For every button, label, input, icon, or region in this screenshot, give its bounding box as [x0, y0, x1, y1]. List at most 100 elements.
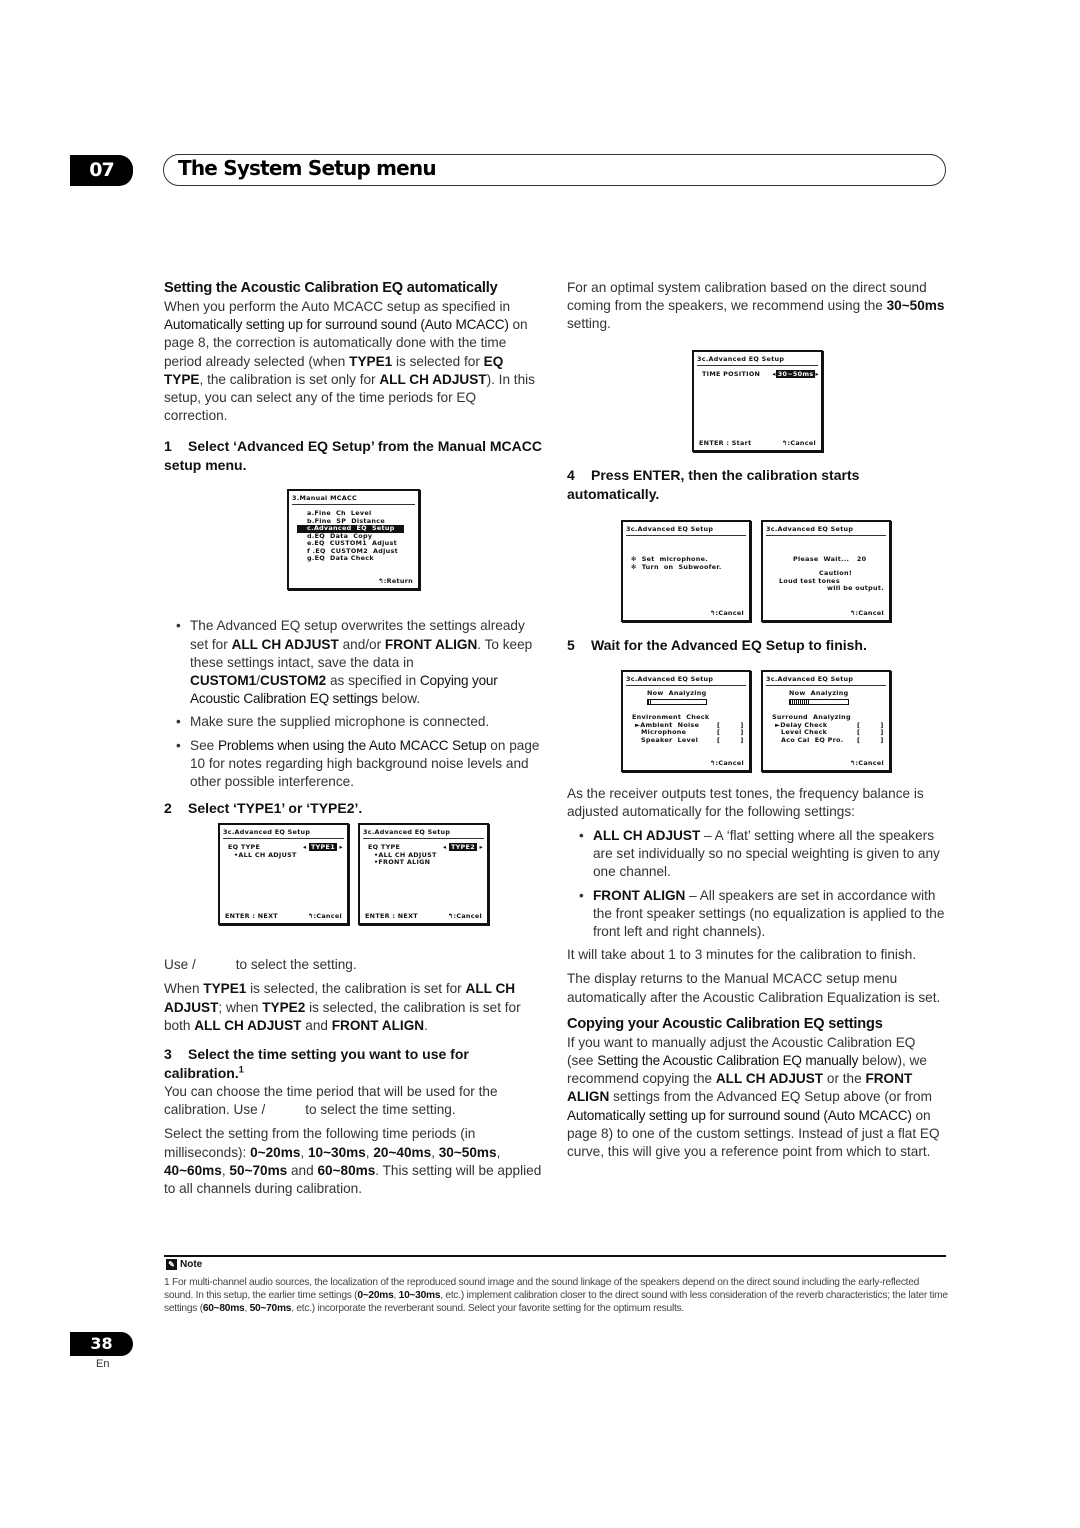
progress-fill — [790, 700, 811, 704]
footnote-text: 1 For multi-channel audio sources, the l… — [164, 1276, 949, 1316]
bold-term: TYPE1 — [203, 981, 247, 997]
setting-value: TYPE1 — [308, 843, 337, 851]
step-text: Select ‘TYPE1’ or ‘TYPE2’. — [188, 800, 363, 817]
text: , etc.) incorporate the reverberant soun… — [291, 1303, 684, 1315]
return-paragraph: The display returns to the Manual MCACC … — [567, 971, 941, 1005]
step-text: Wait for the Advanced EQ Setup to finish… — [591, 636, 867, 653]
menu-item[interactable]: g.EQ Data Check — [307, 554, 374, 563]
osd-surround-analyzing-screen: 3c.Advanced EQ Setup Now Analyzing Surro… — [761, 670, 891, 772]
cross-reference-link[interactable]: Automatically setting up for surround so… — [164, 317, 509, 332]
cancel-hint: ↰:Cancel — [850, 759, 884, 767]
type-explanation: When TYPE1 is selected, the calibration … — [164, 980, 542, 1035]
bold-term: 10~30ms — [398, 1290, 441, 1302]
note-divider — [164, 1255, 946, 1257]
check-status: [ ] — [857, 735, 884, 744]
text: . — [424, 1017, 428, 1033]
text: below. — [377, 691, 421, 707]
check-status: [ ] — [717, 735, 744, 744]
step-text: Select the time setting you want to use … — [164, 1046, 469, 1082]
screen-title: 3c.Advanced EQ Setup — [363, 828, 484, 839]
hint-text: :Cancel — [313, 912, 342, 920]
analysis-progress-bar — [647, 699, 707, 705]
text: and/or — [338, 636, 385, 652]
hint-text: :Cancel — [855, 609, 884, 617]
text: , the calibration is set only for — [199, 371, 380, 387]
intro-paragraph: When you perform the Auto MCACC setup as… — [164, 298, 542, 425]
hint-text: :Cancel — [715, 759, 744, 767]
text: and — [301, 1017, 332, 1033]
step-text: Press ENTER, then the calibration starts… — [567, 466, 860, 502]
hint-text: :Return — [383, 577, 413, 585]
text: settings from the Advanced EQ Setup abov… — [609, 1089, 932, 1105]
bold-term: FRONT ALIGN — [331, 1017, 425, 1033]
step-2-heading: 2 Select ‘TYPE1’ or ‘TYPE2’. — [164, 799, 542, 818]
osd-environment-check-screen: 3c.Advanced EQ Setup Now Analyzing Envir… — [621, 670, 751, 772]
list-item: The Advanced EQ setup overwrites the set… — [176, 617, 542, 708]
notes-list: The Advanced EQ setup overwrites the set… — [164, 617, 542, 791]
setting-selector[interactable]: ◂ 30~50ms ▸ — [772, 370, 819, 379]
text: setting. — [567, 316, 611, 332]
list-item: •FRONT ALIGN — [374, 858, 431, 866]
step-5-heading: 5 Wait for the Advanced EQ Setup to finis… — [567, 636, 945, 655]
return-hint: ↰:Return — [378, 577, 413, 585]
note-label: Note — [180, 1259, 203, 1270]
step-3-heading: 3 Select the time setting you want to use… — [164, 1045, 542, 1083]
footnote-reference[interactable]: 1 — [239, 1064, 244, 1074]
cancel-hint: ↰:Cancel — [308, 912, 342, 920]
section-title: Setting the Acoustic Calibration EQ auto… — [164, 280, 498, 296]
list-item: •ALL CH ADJUST — [234, 850, 297, 859]
osd-manual-mcacc-screen: 3.Manual MCACC a.Fine Ch Level b.Fine SP… — [287, 489, 420, 590]
instruction-item: ✻ Turn on Subwoofer. — [631, 562, 722, 571]
step-number: 5 — [567, 636, 575, 653]
bold-term: FRONT ALIGN — [384, 636, 478, 652]
text: / — [261, 1102, 266, 1118]
hint-text: :Cancel — [715, 609, 744, 617]
copying-paragraph: If you want to manually adjust the Acous… — [567, 1034, 945, 1161]
screen-title: 3.Manual MCACC — [292, 494, 415, 505]
hint-text: :Cancel — [453, 912, 482, 920]
progress-fill — [648, 700, 651, 704]
enter-hint: ENTER : NEXT — [365, 912, 418, 920]
bold-term: CUSTOM2 — [260, 673, 327, 689]
bold-term: 30~50ms — [886, 298, 945, 314]
step-number: 1 — [164, 438, 172, 455]
use-instruction: Use / to select the setting. — [164, 956, 542, 974]
bold-term: 50~70ms — [249, 1303, 292, 1315]
text: Make sure the supplied microphone is con… — [190, 714, 490, 730]
text: , — [496, 1144, 501, 1160]
text: For an optimal system calibration based … — [567, 280, 927, 314]
text: and — [287, 1162, 318, 1178]
osd-eq-type2-screen: 3c.Advanced EQ Setup EQ TYPE ◂ TYPE2 ▸ •… — [358, 823, 489, 925]
osd-time-position-screen: 3c.Advanced EQ Setup TIME POSITION ◂ 30~5… — [692, 350, 823, 452]
text: , — [300, 1144, 308, 1160]
bold-term: ALL CH ADJUST — [593, 828, 701, 844]
language-label: En — [96, 1358, 110, 1370]
screen-title: 3c.Advanced EQ Setup — [626, 675, 746, 686]
check-item: Aco Cal EQ Pro. — [781, 735, 844, 744]
osd-start-screen: 3c.Advanced EQ Setup ✻ Set microphone. ✻… — [621, 520, 751, 622]
text: or the — [823, 1071, 866, 1087]
time-period: 0~20ms — [250, 1144, 301, 1160]
list-item: See Problems when using the Auto MCACC S… — [176, 737, 542, 792]
setting-selector[interactable]: ◂ TYPE1 ▸ — [303, 843, 343, 852]
screen-title: 3c.Advanced EQ Setup — [223, 828, 344, 839]
text: When — [164, 981, 204, 997]
bold-term: ALL CH ADJUST — [231, 636, 339, 652]
analyzing-status: Now Analyzing — [789, 689, 849, 697]
screen-title: 3c.Advanced EQ Setup — [697, 355, 818, 366]
cross-reference-link[interactable]: Setting the Acoustic Calibration EQ manu… — [597, 1053, 858, 1068]
text: to select the time setting. — [305, 1102, 456, 1118]
left-column: Setting the Acoustic Calibration EQ auto… — [164, 279, 542, 1204]
bold-term: TYPE1 — [349, 353, 393, 369]
setting-selector[interactable]: ◂ TYPE2 ▸ — [443, 843, 483, 852]
text: to select the setting. — [235, 957, 357, 973]
cancel-hint: ↰:Cancel — [782, 439, 816, 447]
cross-reference-link[interactable]: Problems when using the Auto MCACC Setup — [218, 738, 487, 753]
osd-eq-type1-screen: 3c.Advanced EQ Setup EQ TYPE ◂ TYPE1 ▸ •… — [218, 823, 349, 925]
list-item: ALL CH ADJUST – A ‘flat’ setting where a… — [579, 827, 945, 882]
cross-reference-link[interactable]: Automatically setting up for surround so… — [567, 1108, 912, 1123]
step-number: 3 — [164, 1046, 172, 1063]
recommendation-paragraph: For an optimal system calibration based … — [567, 279, 945, 334]
setting-value: 30~50ms — [775, 370, 816, 378]
time-period: 50~70ms — [229, 1162, 288, 1178]
